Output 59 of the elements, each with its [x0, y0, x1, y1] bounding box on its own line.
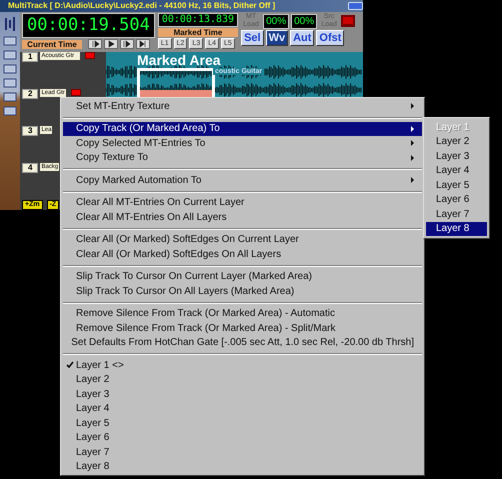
menu-item[interactable]: Layer 3 [63, 387, 422, 402]
menu-item[interactable]: Clear All MT-Entries On All Layers [63, 210, 422, 224]
submenu-item[interactable]: Layer 3 [426, 149, 487, 164]
load-meter: 00% [263, 14, 290, 28]
track-number: 2 [22, 89, 38, 99]
current-time-label: Current Time [22, 40, 82, 48]
menu-item[interactable]: Clear All MT-Entries On Current Layer [63, 196, 422, 210]
track-number: 4 [22, 163, 38, 173]
menu-item[interactable]: Remove Silence From Track (Or Marked Area) - Split/Mark [63, 321, 422, 336]
menu-item[interactable]: Remove Silence From Track (Or Marked Area) - Automatic [63, 306, 422, 321]
submenu-item[interactable]: Layer 5 [426, 178, 487, 192]
menu-item[interactable]: Layer 7 [63, 445, 422, 460]
tool-icon[interactable] [3, 50, 17, 60]
tool-icon[interactable] [3, 36, 17, 46]
transport-icon[interactable] [120, 39, 134, 49]
menu-item[interactable]: Copy Selected MT-Entries To [63, 136, 422, 150]
menu-item[interactable]: Layer 6 [63, 430, 422, 445]
menu-item[interactable]: Copy Track (Or Marked Area) To [63, 122, 422, 136]
load-meter: 00% [291, 14, 318, 28]
submenu-item[interactable]: Layer 4 [426, 164, 487, 178]
view-button[interactable]: Ofst [316, 30, 344, 46]
transport-icon[interactable] [104, 39, 118, 49]
equalizer-icon[interactable] [3, 16, 17, 32]
track-number: 1 [22, 52, 38, 62]
menu-item[interactable]: Layer 2 [63, 372, 422, 387]
submenu-item[interactable]: Layer 6 [426, 192, 487, 207]
record-button[interactable] [70, 89, 81, 96]
menu-item[interactable]: Set Defaults From HotChan Gate [-.005 sec Att, 1.0 sec Rel, -20.00 db Thrsh] [63, 336, 422, 350]
window-button-icon[interactable] [348, 2, 363, 10]
menu-item[interactable]: Layer 8 [63, 460, 422, 474]
marked-area-label: Marked Area [137, 52, 221, 68]
tool-icon[interactable] [3, 78, 17, 88]
view-button[interactable]: Wv [266, 30, 288, 46]
menu-item[interactable]: Set MT-Entry Texture [63, 99, 422, 114]
tool-icon[interactable] [3, 106, 17, 116]
menu-item[interactable]: Copy Marked Automation To [63, 173, 422, 188]
marked-time-display: 00:00:13.839 [158, 13, 238, 27]
submenu-item[interactable]: Layer 2 [426, 134, 487, 149]
tool-icon[interactable] [3, 64, 17, 74]
view-button[interactable]: Sel [241, 30, 264, 46]
menu-item[interactable]: Slip Track To Cursor On All Layers (Marked Area) [63, 284, 422, 298]
marked-time-label: Marked Time [158, 28, 238, 37]
menu-item[interactable]: Copy Texture To [63, 150, 422, 165]
menu-item[interactable]: Clear All (Or Marked) SoftEdges On All Layers [63, 247, 422, 262]
window-title: MultiTrack [ D:\Audio\Lucky\Lucky2.edi - 44100 Hz, 16 Bits, Dither Off ] [8, 0, 276, 12]
track-number: 3 [22, 126, 38, 136]
menu-item[interactable]: Layer 1 <> [63, 358, 422, 372]
transport-icon[interactable] [136, 39, 150, 49]
menu-item[interactable]: Slip Track To Cursor On Current Layer (Marked Area) [63, 270, 422, 284]
menu-item[interactable]: Clear All (Or Marked) SoftEdges On Current Layer [63, 232, 422, 247]
submenu-item[interactable]: Layer 7 [426, 207, 487, 222]
menu-item[interactable]: Layer 5 [63, 416, 422, 430]
submenu-item[interactable]: Layer 8 [426, 222, 487, 236]
menu-item[interactable]: Layer 4 [63, 402, 422, 416]
view-button[interactable]: Aut [290, 30, 314, 46]
transport-icon[interactable] [88, 39, 102, 49]
tool-icon[interactable] [3, 92, 17, 102]
time-display: 00:00:19.504 [22, 13, 155, 38]
record-indicator-icon [341, 15, 356, 27]
